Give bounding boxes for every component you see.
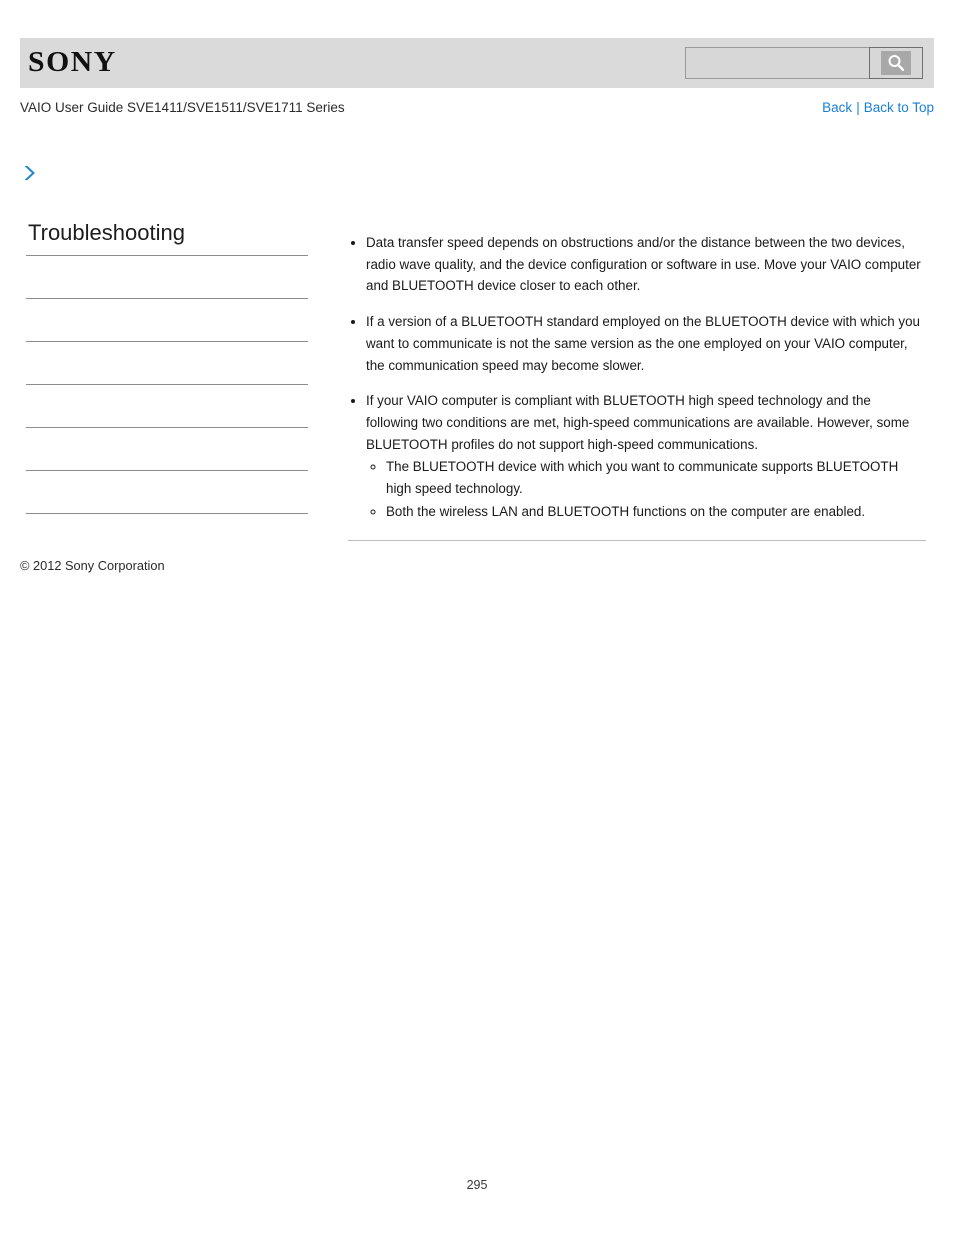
content-divider [348,540,926,542]
sidebar-item-6[interactable] [26,471,308,515]
sidebar-item-4[interactable] [26,385,308,429]
sidebar-item-3[interactable] [26,342,308,386]
page-number: 295 [466,1178,488,1192]
search-box [685,47,923,79]
page-title: VAIO User Guide SVE1411/SVE1511/SVE1711 … [20,100,345,115]
sub-list-item: The BLUETOOTH device with which you want… [386,456,926,499]
search-button[interactable] [869,47,923,79]
search-input[interactable] [685,47,869,79]
back-to-top-link[interactable]: Back to Top [864,100,934,115]
main-content: Data transfer speed depends on obstructi… [348,232,926,542]
header-nav-links: Back | Back to Top [822,100,934,115]
bullet-text: If a version of a BLUETOOTH standard emp… [366,314,920,373]
sidebar-item-5[interactable] [26,428,308,472]
sidebar-item-2[interactable] [26,299,308,343]
guide-title-row: VAIO User Guide SVE1411/SVE1511/SVE1711 … [20,100,934,115]
sub-bullet-text: The BLUETOOTH device with which you want… [386,459,899,497]
list-item: If your VAIO computer is compliant with … [366,390,926,522]
sony-logo: SONY [28,47,117,78]
list-item: Data transfer speed depends on obstructi… [366,232,926,297]
copyright-notice: © 2012 Sony Corporation [20,558,165,573]
sidebar-heading: Troubleshooting [28,220,185,245]
bullet-text: Data transfer speed depends on obstructi… [366,235,921,294]
search-icon [881,51,911,75]
sidebar: Troubleshooting [26,220,308,515]
sidebar-item-1[interactable] [26,256,308,300]
site-header: SONY [20,38,934,88]
sub-bullet-text: Both the wireless LAN and BLUETOOTH func… [386,503,866,519]
bullet-list: Data transfer speed depends on obstructi… [348,232,926,522]
nav-separator: | [856,100,860,115]
bullet-text: If your VAIO computer is compliant with … [366,393,910,452]
sub-list-item: Both the wireless LAN and BLUETOOTH func… [386,501,926,523]
chevron-right-icon [22,164,38,182]
list-item: If a version of a BLUETOOTH standard emp… [366,311,926,376]
sub-bullet-list: The BLUETOOTH device with which you want… [366,456,926,522]
breadcrumb[interactable] [22,160,38,186]
back-link[interactable]: Back [822,100,852,115]
